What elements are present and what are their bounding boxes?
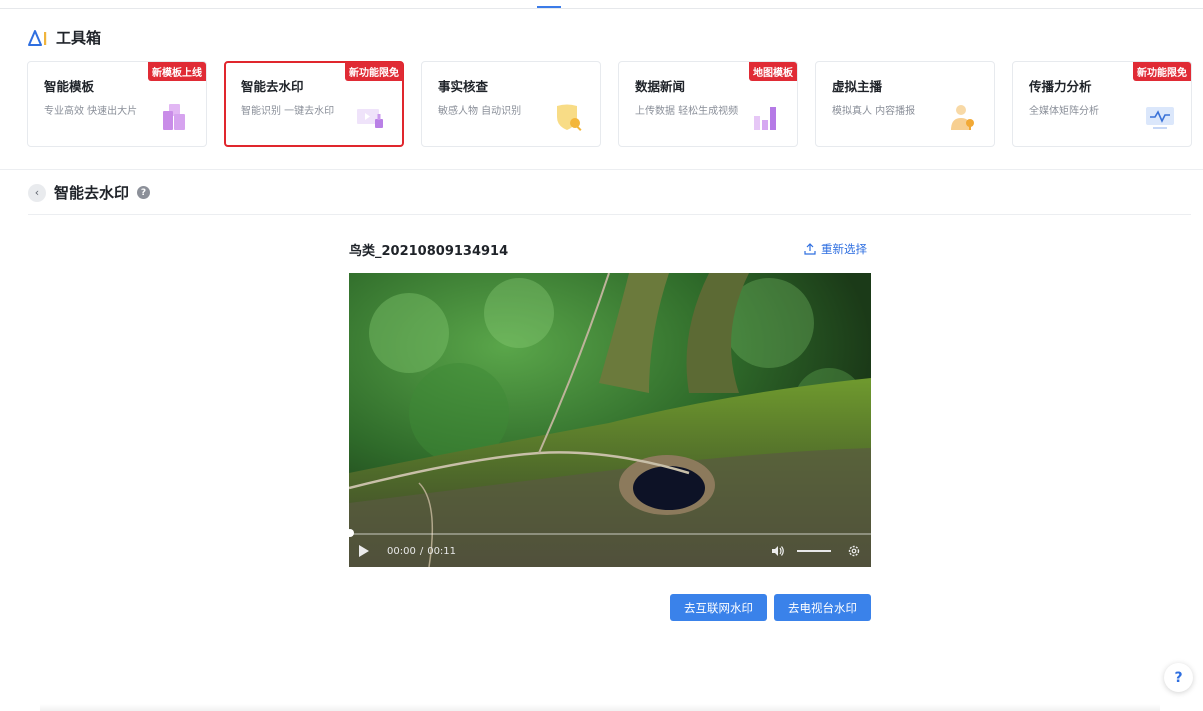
card-badge: 新模板上线 — [148, 62, 206, 81]
section-header: ‹ 智能去水印 ? — [28, 182, 151, 203]
time-separator: / — [419, 545, 424, 557]
tool-card-fact-check[interactable]: 事实核查 敏感人物 自动识别 — [421, 61, 601, 147]
toolbox-header: 工具箱 — [28, 27, 101, 48]
bar-chart-icon — [754, 107, 776, 130]
volume-fill — [797, 550, 831, 552]
shield-search-icon — [557, 104, 582, 131]
progress-track[interactable] — [349, 533, 871, 535]
divider — [28, 214, 1191, 215]
gear-icon[interactable] — [847, 544, 861, 558]
watermark-remove-icon — [357, 109, 383, 128]
card-title: 虚拟主播 — [832, 79, 883, 94]
time-display: 00:00 / 00:11 — [387, 546, 456, 557]
volume-icon[interactable] — [771, 545, 785, 557]
divider — [0, 169, 1203, 170]
duration: 00:11 — [427, 545, 457, 557]
tool-card-smart-template[interactable]: 智能模板 专业高效 快速出大片 新模板上线 — [27, 61, 207, 147]
play-icon[interactable] — [359, 545, 369, 557]
top-tab-indicator — [537, 6, 561, 8]
current-time: 00:00 — [387, 545, 416, 557]
player-controls: 00:00 / 00:11 — [349, 539, 871, 563]
video-player[interactable]: 00:00 / 00:11 — [349, 273, 871, 567]
tool-card-data-news[interactable]: 数据新闻 上传数据 轻松生成视频 地图模板 — [618, 61, 798, 147]
help-button[interactable]: ? — [1164, 663, 1193, 692]
top-border — [0, 8, 1203, 9]
card-badge: 新功能限免 — [1133, 62, 1191, 81]
card-badge: 新功能限免 — [345, 62, 403, 81]
upload-icon — [804, 243, 816, 255]
file-name: 鸟类_20210809134914 — [349, 244, 509, 259]
section-title: 智能去水印 — [54, 184, 130, 202]
template-blocks-icon — [163, 104, 185, 130]
card-title: 事实核查 — [438, 79, 489, 94]
tool-cards: 智能模板 专业高效 快速出大片 新模板上线 智能去水印 智能识别 一键去水印 新… — [27, 61, 1192, 147]
remove-internet-watermark-button[interactable]: 去互联网水印 — [670, 594, 767, 621]
toolbox-title: 工具箱 — [56, 29, 102, 47]
reselect-button[interactable]: 重新选择 — [804, 241, 867, 257]
tool-card-watermark-remove[interactable]: 智能去水印 智能识别 一键去水印 新功能限免 — [224, 61, 404, 147]
anchor-person-icon — [951, 105, 974, 130]
remove-tv-watermark-button[interactable]: 去电视台水印 — [774, 594, 871, 621]
card-badge: 地图模板 — [749, 62, 797, 81]
app-logo — [28, 29, 48, 46]
tool-card-spread-analysis[interactable]: 传播力分析 全媒体矩阵分析 新功能限免 — [1012, 61, 1192, 147]
video-frame — [349, 273, 871, 567]
bottom-shadow — [40, 704, 1160, 711]
chevron-left-icon: ‹ — [34, 186, 40, 199]
tool-card-virtual-anchor[interactable]: 虚拟主播 模拟真人 内容播报 — [815, 61, 995, 147]
monitor-wave-icon — [1146, 107, 1174, 129]
reselect-label: 重新选择 — [821, 242, 867, 256]
volume-slider[interactable] — [797, 550, 831, 552]
question-icon[interactable]: ? — [137, 186, 151, 199]
back-button[interactable]: ‹ — [28, 183, 46, 202]
